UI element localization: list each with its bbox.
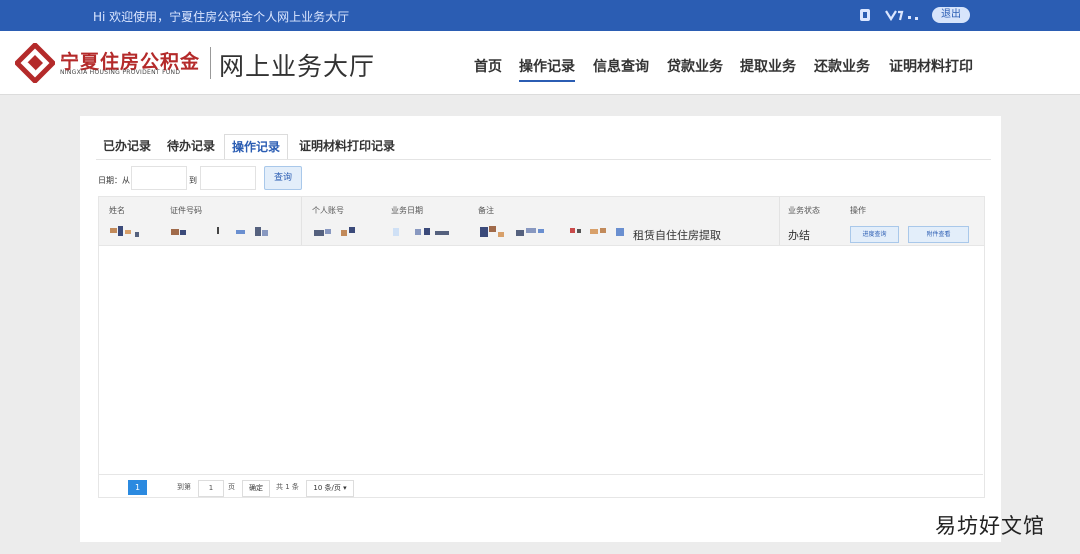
column-divider (301, 197, 302, 245)
page-1-button[interactable]: 1 (128, 480, 147, 495)
table-header-row: 姓名 证件号码 个人账号 业务日期 备注 业务状态 操作 租赁自住住房提取 办结… (99, 197, 984, 246)
nav-info-query[interactable]: 信息查询 (593, 56, 649, 80)
col-business-status: 业务状态 (788, 206, 820, 215)
tab-certificate-print-records[interactable]: 证明材料打印记录 (292, 134, 402, 158)
tab-divider (96, 159, 991, 160)
redacted-business-date (393, 228, 449, 236)
top-bar: Hi 欢迎使用，宁夏住房公积金个人网上业务大厅 退出 (0, 0, 1080, 31)
date-to-input[interactable] (200, 166, 256, 190)
watermark: 易坊好文馆 (935, 514, 1045, 538)
pagination: 1 到第 1 页 确定 共 1 条 10 条/页 ▾ (98, 474, 983, 499)
tab-operation-records[interactable]: 操作记录 (224, 134, 289, 160)
redacted-user-info (885, 10, 918, 22)
page-size-select[interactable]: 10 条/页 ▾ (306, 480, 354, 497)
col-personal-account: 个人账号 (312, 206, 344, 215)
portal-title: 网上业务大厅 (219, 52, 376, 81)
logout-button[interactable]: 退出 (932, 7, 970, 23)
tab-completed-records[interactable]: 已办记录 (96, 134, 158, 158)
nav-withdrawal-business[interactable]: 提取业务 (740, 56, 796, 80)
logo-english-name: NINGXIA HOUSING PROVIDENT FUND (60, 69, 181, 76)
goto-label: 到第 (177, 483, 191, 491)
progress-query-button[interactable]: 进度查询 (850, 226, 899, 243)
nav-operation-records[interactable]: 操作记录 (519, 56, 575, 82)
date-to-label: 到 (189, 176, 197, 185)
remark-text: 租赁自住住房提取 (633, 229, 721, 242)
nav-certificate-print[interactable]: 证明材料打印 (889, 56, 973, 80)
records-table: 姓名 证件号码 个人账号 业务日期 备注 业务状态 操作 租赁自住住房提取 办结… (98, 196, 985, 498)
page-unit-label: 页 (228, 483, 235, 491)
redacted-remark-prefix (480, 226, 624, 237)
nav-home[interactable]: 首页 (474, 56, 502, 80)
building-icon[interactable] (858, 8, 872, 22)
redacted-account (314, 227, 355, 236)
nav-loan-business[interactable]: 贷款业务 (667, 56, 723, 80)
col-actions: 操作 (850, 206, 866, 215)
nav-repayment-business[interactable]: 还款业务 (814, 56, 870, 80)
site-header: 宁夏住房公积金 NINGXIA HOUSING PROVIDENT FUND 网… (0, 31, 1080, 95)
col-name: 姓名 (109, 206, 125, 215)
greeting-text: Hi 欢迎使用，宁夏住房公积金个人网上业务大厅 (93, 10, 350, 24)
goto-page-input[interactable]: 1 (198, 480, 224, 497)
total-count: 共 1 条 (276, 483, 299, 491)
hpf-logo-icon[interactable] (15, 43, 55, 83)
tab-pending-records[interactable]: 待办记录 (160, 134, 222, 158)
col-id-number: 证件号码 (170, 206, 202, 215)
date-from-input[interactable] (131, 166, 187, 190)
col-business-date: 业务日期 (391, 206, 423, 215)
date-from-label: 日期：从 (98, 176, 130, 185)
col-remark: 备注 (478, 206, 494, 215)
status-badge: 办结 (788, 229, 810, 242)
logo-divider (210, 47, 211, 79)
column-divider (779, 197, 780, 245)
redacted-id-number (171, 227, 268, 236)
goto-confirm-button[interactable]: 确定 (242, 480, 270, 497)
records-panel: 已办记录 待办记录 操作记录 证明材料打印记录 日期：从 到 查询 姓名 证件号… (80, 116, 1001, 542)
redacted-name (110, 226, 139, 237)
query-button[interactable]: 查询 (264, 166, 302, 190)
attachment-view-button[interactable]: 附件查看 (908, 226, 969, 243)
